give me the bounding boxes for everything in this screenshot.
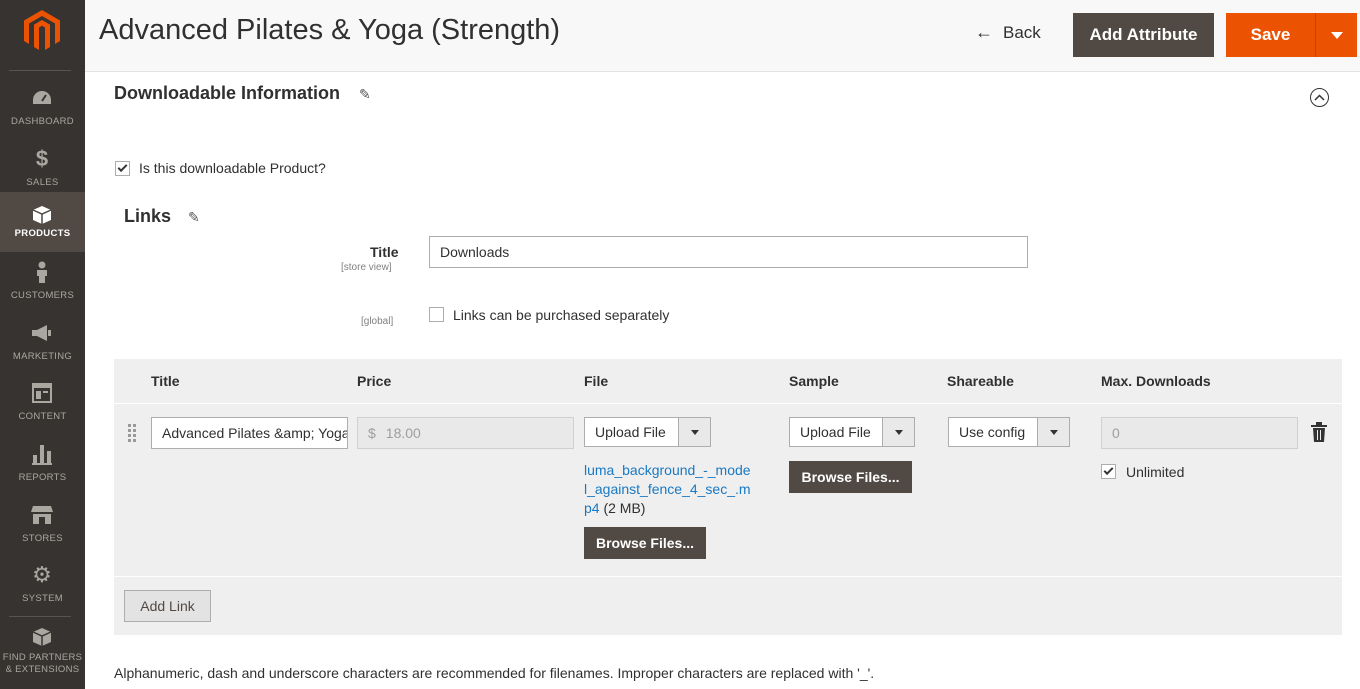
gear-icon: ⚙ xyxy=(32,562,52,587)
column-header-shareable: Shareable xyxy=(947,373,1014,389)
pencil-icon: ✎ xyxy=(359,86,371,102)
megaphone-icon xyxy=(31,322,53,344)
nav-label: Content xyxy=(18,411,67,422)
nav-label: Stores xyxy=(22,533,63,544)
add-attribute-button[interactable]: Add Attribute xyxy=(1073,13,1214,57)
checkmark-icon xyxy=(117,162,128,173)
unlimited-checkbox[interactable] xyxy=(1101,464,1116,479)
file-browse-button[interactable]: Browse Files... xyxy=(584,527,706,559)
admin-sidebar: Dashboard $ Sales Products Customers Mar… xyxy=(0,0,85,689)
file-size: (2 MB) xyxy=(603,500,646,516)
max-downloads-input[interactable]: 0 xyxy=(1101,417,1298,449)
nav-marketing[interactable]: Marketing xyxy=(0,314,85,374)
nav-stores[interactable]: Stores xyxy=(0,496,85,556)
pencil-icon: ✎ xyxy=(188,209,200,225)
nav-label: Marketing xyxy=(12,351,73,362)
checkmark-icon xyxy=(1103,465,1114,476)
save-options-toggle[interactable] xyxy=(1316,13,1357,57)
drag-handle-icon[interactable] xyxy=(128,424,137,442)
person-icon xyxy=(31,261,53,283)
link-price-input[interactable]: $ 18.00 xyxy=(357,417,574,449)
box-icon xyxy=(31,204,53,226)
row-divider xyxy=(114,403,1342,404)
save-button[interactable]: Save xyxy=(1226,13,1315,57)
column-header-price: Price xyxy=(357,373,392,389)
trash-icon[interactable] xyxy=(1311,422,1327,442)
page-header: Advanced Pilates & Yoga (Strength) ← Bac… xyxy=(85,0,1360,72)
nav-find-partners[interactable]: Find Partners & Extensions xyxy=(0,620,85,686)
nav-dashboard[interactable]: Dashboard xyxy=(0,79,85,139)
nav-label: Reports xyxy=(18,472,67,483)
is-downloadable-label: Is this downloadable Product? xyxy=(139,160,326,176)
filename-note: Alphanumeric, dash and underscore charac… xyxy=(114,665,875,681)
bar-chart-icon xyxy=(31,443,53,465)
link-title-input[interactable]: Advanced Pilates &amp; Yoga (Strength) xyxy=(151,417,348,449)
row-divider xyxy=(114,576,1342,577)
file-type-value: Upload File xyxy=(595,424,666,440)
content-icon xyxy=(31,382,53,404)
global-scope: [global] xyxy=(361,316,394,327)
sample-type-value: Upload File xyxy=(800,424,871,440)
links-heading: Links ✎ xyxy=(124,206,200,227)
dollar-icon: $ xyxy=(35,146,49,171)
back-label: Back xyxy=(1003,22,1041,42)
collapse-section-button[interactable] xyxy=(1310,88,1329,107)
unlimited-label: Unlimited xyxy=(1126,464,1185,480)
links-title-input[interactable]: Downloads xyxy=(429,236,1028,268)
chevron-down-icon xyxy=(678,418,710,446)
currency-symbol: $ xyxy=(368,425,376,441)
add-link-button[interactable]: Add Link xyxy=(124,590,211,622)
chevron-down-icon xyxy=(1037,418,1069,446)
uploaded-file-link[interactable]: luma_background_-_model_against_fence_4_… xyxy=(584,461,752,518)
column-header-title: Title xyxy=(151,373,180,389)
nav-system[interactable]: ⚙ System xyxy=(0,556,85,616)
purchased-separately-checkbox[interactable] xyxy=(429,307,444,322)
is-downloadable-checkbox[interactable] xyxy=(115,161,130,176)
back-button[interactable]: ← Back xyxy=(975,22,1041,43)
nav-content[interactable]: Content xyxy=(0,374,85,434)
purchased-separately-label: Links can be purchased separately xyxy=(453,307,670,323)
column-header-sample: Sample xyxy=(789,373,839,389)
shareable-value: Use config xyxy=(959,424,1026,440)
nav-products[interactable]: Products xyxy=(0,192,85,252)
chevron-down-icon xyxy=(1330,31,1343,39)
section-title-text: Downloadable Information xyxy=(114,83,341,103)
arrow-left-icon: ← xyxy=(975,22,993,42)
title-label: Title xyxy=(370,244,399,260)
nav-sales[interactable]: $ Sales xyxy=(0,140,85,200)
title-scope: [store view] xyxy=(341,262,392,273)
page-title: Advanced Pilates & Yoga (Strength) xyxy=(99,14,561,46)
column-header-file: File xyxy=(584,373,609,389)
nav-label: System xyxy=(22,593,63,604)
shareable-select[interactable]: Use config xyxy=(948,417,1070,447)
file-type-select[interactable]: Upload File xyxy=(584,417,711,447)
sample-browse-button[interactable]: Browse Files... xyxy=(789,461,912,493)
nav-customers[interactable]: Customers xyxy=(0,253,85,313)
nav-label: Dashboard xyxy=(11,116,74,127)
price-value: 18.00 xyxy=(385,425,421,441)
chevron-down-icon xyxy=(882,418,914,446)
nav-label: Find Partners & Extensions xyxy=(2,652,83,675)
nav-label: Products xyxy=(14,228,71,239)
sample-type-select[interactable]: Upload File xyxy=(789,417,915,447)
logo-divider xyxy=(9,70,71,71)
nav-reports[interactable]: Reports xyxy=(0,435,85,495)
column-header-max-downloads: Max. Downloads xyxy=(1101,373,1211,389)
links-heading-text: Links xyxy=(124,206,172,226)
store-icon xyxy=(31,504,53,526)
dashboard-icon xyxy=(31,87,53,109)
nav-label: Sales xyxy=(26,177,59,188)
nav-divider xyxy=(9,616,71,617)
section-title[interactable]: Downloadable Information ✎ xyxy=(114,83,371,104)
chevron-up-icon xyxy=(1314,94,1325,101)
magento-logo[interactable] xyxy=(22,8,62,52)
extensions-icon xyxy=(31,626,53,648)
nav-label: Customers xyxy=(10,290,75,301)
